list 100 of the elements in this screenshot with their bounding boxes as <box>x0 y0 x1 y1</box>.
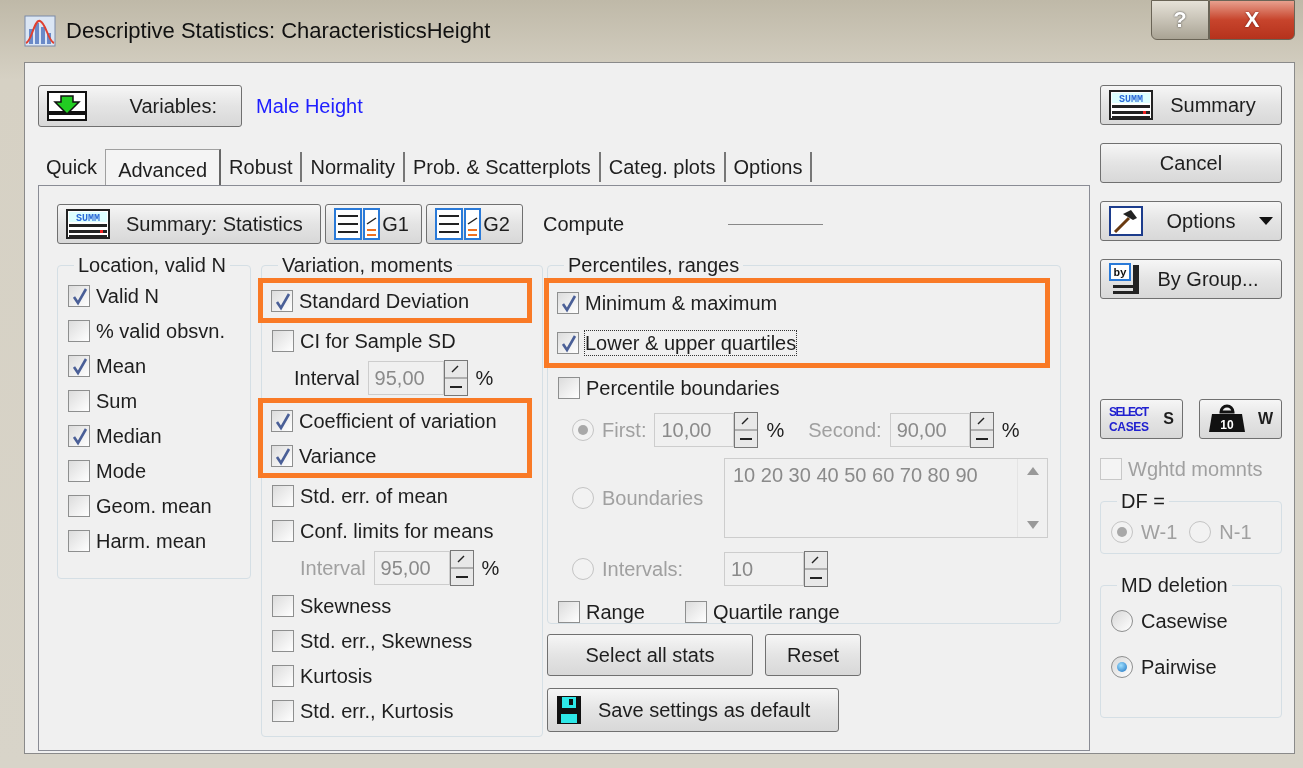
spin-buttons[interactable] <box>443 360 468 396</box>
checkbox-label: Std. err., Kurtosis <box>300 698 454 723</box>
spin-buttons[interactable] <box>804 551 828 587</box>
checkbox[interactable] <box>68 424 90 447</box>
radio-label: First: <box>602 418 647 442</box>
group-title: Variation, moments <box>281 254 454 276</box>
group-title: Percentiles, ranges <box>567 254 741 276</box>
checkbox[interactable] <box>272 699 294 722</box>
radio-label: Casewise <box>1141 609 1228 633</box>
unit-label: % <box>481 556 500 580</box>
summary-table-icon: SUMM <box>1109 90 1153 120</box>
graph-icon <box>334 208 380 240</box>
close-button[interactable]: X <box>1209 0 1295 40</box>
scroll-up-icon[interactable] <box>1026 467 1039 475</box>
interval-label: Interval <box>294 366 360 390</box>
spin-buttons[interactable] <box>969 412 994 448</box>
checkbox[interactable] <box>272 594 294 617</box>
checkbox-label: Std. err., Skewness <box>300 628 473 653</box>
unit-label: % <box>1001 418 1020 442</box>
radio-label: W-1 <box>1141 519 1178 544</box>
checkbox-label: Minimum & maximum <box>585 291 778 315</box>
checkbox-label: Mean <box>96 353 147 378</box>
checkbox-label: % valid obsvn. <box>96 318 225 343</box>
checkbox[interactable] <box>272 484 294 507</box>
spin-buttons[interactable] <box>449 550 474 586</box>
checkbox-label: Percentile boundaries <box>586 376 780 400</box>
checkbox[interactable] <box>68 284 90 307</box>
checkbox[interactable] <box>558 377 580 399</box>
radio-label: Pairwise <box>1141 655 1217 679</box>
checkbox-label: Geom. mean <box>96 493 212 518</box>
radio-label: Boundaries <box>602 486 705 510</box>
checkbox-label: Coefficient of variation <box>299 408 497 433</box>
select-cases-button[interactable]: SELECT CASES S <box>1100 399 1183 439</box>
unit-label: % <box>766 418 785 442</box>
group-title: Location, valid N <box>77 254 227 276</box>
checkbox-label: Valid N <box>96 283 159 308</box>
checkbox-label: Mode <box>96 458 147 483</box>
checkbox-label: Standard Deviation <box>299 288 470 313</box>
interval-label: Interval <box>300 556 366 580</box>
radio-button[interactable] <box>1111 656 1133 678</box>
summary-statistics-button[interactable]: SUMM Summary: Statistics <box>57 204 321 244</box>
dialog-button[interactable]: SUMM Summary <box>1100 85 1282 125</box>
checkbox-label: Kurtosis <box>300 663 373 688</box>
checkbox-label: Std. err. of mean <box>300 483 448 508</box>
number-field: 10,00 <box>654 413 735 447</box>
select-cases-icon: SELECT CASES <box>1109 404 1151 434</box>
graph-button[interactable]: G1 <box>325 204 422 244</box>
checkbox[interactable] <box>271 444 293 467</box>
save-settings-button[interactable]: Save settings as default <box>547 688 839 732</box>
dialog-button[interactable]: Cancel <box>1100 143 1282 183</box>
checkbox-label: CI for Sample SD <box>300 328 456 353</box>
field-label: Second: <box>808 418 882 442</box>
radio-label: N-1 <box>1219 519 1252 544</box>
chart-icon <box>24 15 56 47</box>
dialog-button[interactable]: Options <box>1100 201 1282 241</box>
checkbox[interactable] <box>68 354 90 377</box>
checkbox[interactable] <box>68 319 90 342</box>
checkbox-label: Wghtd momnts <box>1128 456 1263 481</box>
checkbox[interactable] <box>68 494 90 517</box>
checkbox-label: Skewness <box>300 593 392 618</box>
variable-link[interactable]: Male Height <box>256 94 363 118</box>
variables-button[interactable]: Variables: <box>38 85 242 127</box>
graph-icon <box>435 208 481 240</box>
window-title: Descriptive Statistics: CharacteristicsHeight <box>66 17 491 45</box>
tab[interactable]: Advanced <box>105 149 222 185</box>
dialog-button[interactable]: by By Group... <box>1100 259 1282 299</box>
scroll-down-icon[interactable] <box>1026 521 1039 529</box>
checkbox[interactable] <box>68 529 90 552</box>
spin-buttons[interactable] <box>734 412 759 448</box>
checkbox[interactable] <box>68 459 90 482</box>
number-field: 10 <box>724 552 804 586</box>
monitor-arrow-icon <box>47 91 87 121</box>
compute-label: Compute <box>543 212 625 236</box>
radio-label: Intervals: <box>602 557 685 581</box>
checkbox[interactable] <box>557 292 579 314</box>
select-all-button[interactable]: Select all stats <box>547 634 753 676</box>
group-title: DF = <box>1120 490 1166 512</box>
checkbox-label: Lower & upper quartiles <box>585 331 797 355</box>
checkbox[interactable] <box>271 409 293 432</box>
reset-button[interactable]: Reset <box>765 634 861 676</box>
checkbox[interactable] <box>684 600 707 623</box>
checkbox[interactable] <box>272 329 294 352</box>
checkbox[interactable] <box>271 289 293 312</box>
checkbox[interactable] <box>272 664 294 687</box>
checkbox-label: Harm. mean <box>96 528 207 553</box>
checkbox-label: Sum <box>96 388 138 413</box>
checkbox[interactable] <box>272 629 294 652</box>
graph-button[interactable]: G2 <box>426 204 523 244</box>
checkbox[interactable] <box>272 519 294 542</box>
checkbox[interactable] <box>557 332 579 354</box>
weight-button[interactable]: 10 W <box>1199 399 1282 439</box>
group-title: MD deletion <box>1120 574 1229 596</box>
unit-label: % <box>475 366 494 390</box>
checkbox-label: Conf. limits for means <box>300 518 494 543</box>
checkbox[interactable] <box>68 389 90 412</box>
checkbox-label: Quartile range <box>712 599 840 624</box>
checkbox-label: Median <box>96 423 162 448</box>
checkbox[interactable] <box>558 600 580 623</box>
field-text: 10 20 30 40 50 60 70 80 90 <box>732 463 979 488</box>
radio-button[interactable] <box>1111 610 1133 632</box>
